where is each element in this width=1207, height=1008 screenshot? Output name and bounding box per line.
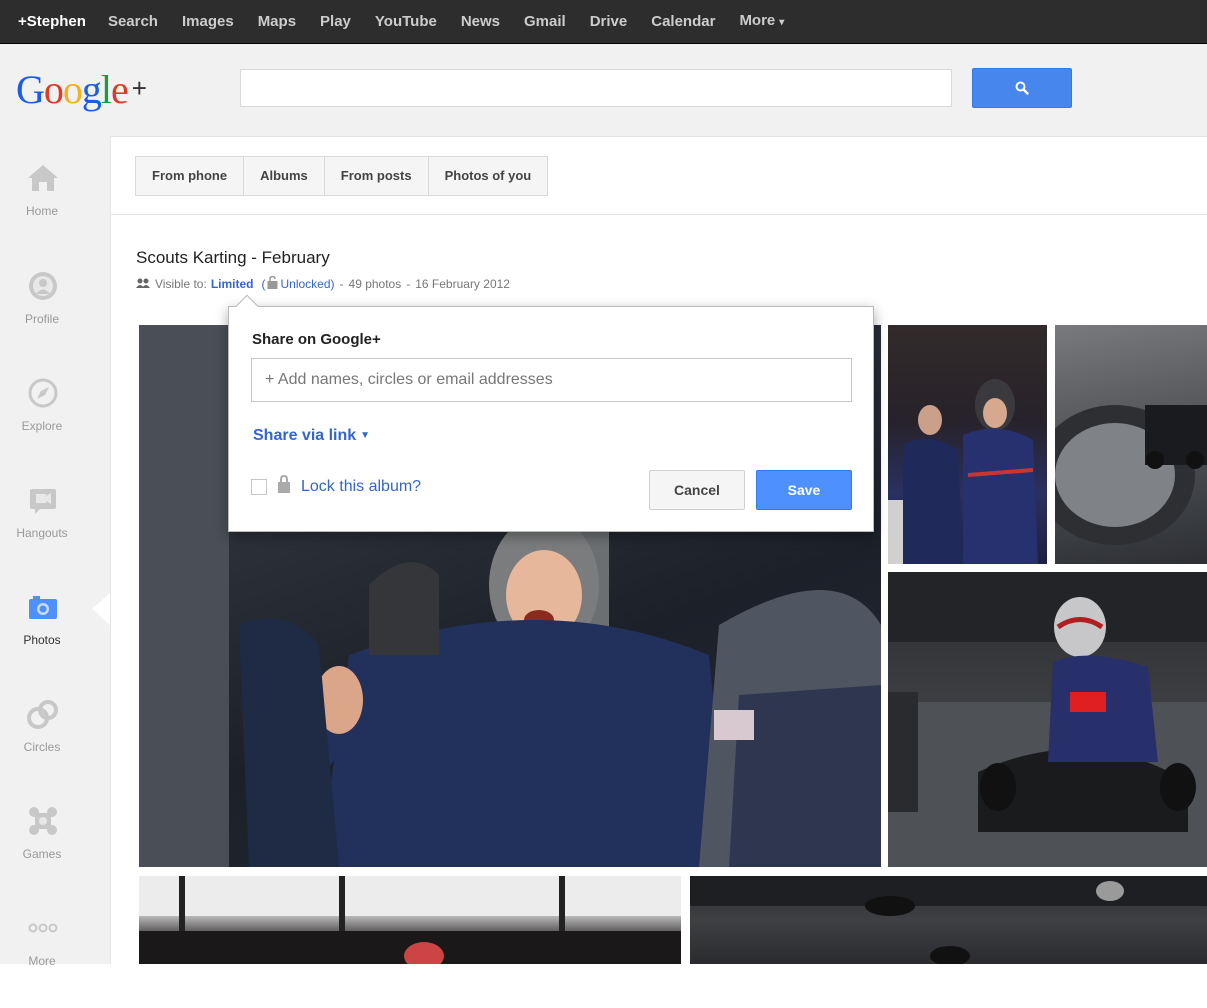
meta-separator: - xyxy=(339,277,344,291)
lock-album-row: Lock this album? xyxy=(251,474,421,498)
top-nav-play-link[interactable]: Play xyxy=(308,0,363,44)
profile-icon xyxy=(23,266,63,306)
photo-thumb-image xyxy=(888,572,1207,867)
tab-albums[interactable]: Albums xyxy=(244,157,325,195)
share-via-link-menu[interactable]: Share via link ▼ xyxy=(253,427,370,445)
top-nav-calendar-link[interactable]: Calendar xyxy=(639,0,727,44)
header: Google + xyxy=(0,44,1207,136)
photo-count: 49 photos xyxy=(348,277,402,291)
nav-item-circles[interactable]: Circles xyxy=(0,694,110,794)
meta-separator: - xyxy=(406,277,411,291)
logo-letter: o xyxy=(62,67,83,112)
logo-letter: G xyxy=(16,67,45,112)
top-nav-maps-link[interactable]: Maps xyxy=(246,0,308,44)
google-plus-logo[interactable]: Google + xyxy=(16,66,147,113)
top-nav-search-link[interactable]: Search xyxy=(96,0,170,44)
album-title: Scouts Karting - February xyxy=(136,248,330,267)
home-icon xyxy=(23,158,63,198)
album-date: 16 February 2012 xyxy=(415,277,510,291)
cancel-button[interactable]: Cancel xyxy=(649,470,745,510)
top-nav-profile-link[interactable]: +Stephen xyxy=(10,0,96,44)
people-icon xyxy=(136,277,150,291)
lock-album-checkbox[interactable] xyxy=(251,478,267,495)
share-dialog: Share on Google+ + Add names, circles or… xyxy=(228,294,874,532)
share-recipients-input[interactable]: + Add names, circles or email addresses xyxy=(251,358,852,402)
search-icon xyxy=(1015,81,1029,95)
nav-item-label: Explore xyxy=(21,419,63,433)
left-nav: Home Profile Explore Hangouts Photos Cir… xyxy=(0,136,110,968)
top-nav-more-label: More xyxy=(739,12,776,29)
more-icon xyxy=(23,908,63,948)
top-nav: +Stephen Search Images Maps Play YouTube… xyxy=(10,0,796,44)
nav-item-label: Hangouts xyxy=(16,526,68,540)
nav-item-explore[interactable]: Explore xyxy=(0,373,110,473)
content-divider xyxy=(110,214,1207,215)
logo-letter: l xyxy=(100,67,112,112)
top-nav-news-link[interactable]: News xyxy=(449,0,512,44)
logo-letter: e xyxy=(111,67,129,112)
photo-thumb[interactable] xyxy=(888,572,1207,867)
nav-item-profile[interactable]: Profile xyxy=(0,266,110,366)
photo-thumb-image xyxy=(888,379,1038,564)
nav-item-hangouts[interactable]: Hangouts xyxy=(0,480,110,580)
nav-item-label: Profile xyxy=(24,312,59,326)
photo-thumb-image xyxy=(1055,405,1207,545)
lock-state-open-paren: ( xyxy=(261,277,266,291)
nav-item-home[interactable]: Home xyxy=(0,158,110,258)
unlock-icon xyxy=(267,275,278,292)
circles-icon xyxy=(23,694,63,734)
search-button[interactable] xyxy=(972,68,1072,108)
photos-icon xyxy=(23,587,63,627)
active-nav-pointer xyxy=(92,593,110,625)
lock-state-link[interactable]: Unlocked) xyxy=(280,277,334,291)
logo-plus: + xyxy=(131,73,147,103)
logo-letter: o xyxy=(43,67,64,112)
logo-letter: g xyxy=(81,67,102,112)
save-button[interactable]: Save xyxy=(756,470,852,510)
chevron-down-icon: ▼ xyxy=(360,430,371,441)
album-meta: Visible to: Limited ( Unlocked) - 49 pho… xyxy=(136,275,510,292)
hangouts-icon xyxy=(23,480,63,520)
top-nav-youtube-link[interactable]: YouTube xyxy=(363,0,449,44)
tab-from-posts[interactable]: From posts xyxy=(325,157,429,195)
photo-tabs: From phone Albums From posts Photos of y… xyxy=(135,156,549,196)
explore-icon xyxy=(23,373,63,413)
lock-icon xyxy=(277,474,291,498)
top-nav-more-menu[interactable]: More ▾ xyxy=(727,0,796,45)
games-icon xyxy=(23,801,63,841)
top-nav-images-link[interactable]: Images xyxy=(170,0,246,44)
photo-thumb[interactable] xyxy=(1055,325,1207,564)
share-dialog-title: Share on Google+ xyxy=(252,331,381,348)
visibility-link[interactable]: Limited xyxy=(211,277,254,291)
photo-thumb-image xyxy=(690,876,1207,964)
tab-from-phone[interactable]: From phone xyxy=(136,157,245,195)
nav-item-label: Games xyxy=(22,847,62,861)
search-input[interactable] xyxy=(240,69,952,107)
nav-item-label: More xyxy=(28,954,56,968)
nav-item-games[interactable]: Games xyxy=(0,801,110,901)
photo-thumb[interactable] xyxy=(888,325,1047,564)
nav-item-label: Home xyxy=(25,204,58,218)
top-bar: +Stephen Search Images Maps Play YouTube… xyxy=(0,0,1207,44)
chevron-down-icon: ▾ xyxy=(779,17,785,28)
photo-thumb[interactable] xyxy=(139,876,681,964)
nav-item-label: Circles xyxy=(23,740,61,754)
lock-album-label[interactable]: Lock this album? xyxy=(301,478,421,496)
nav-item-more[interactable]: More xyxy=(0,908,110,1008)
tab-photos-of-you[interactable]: Photos of you xyxy=(429,157,548,195)
nav-item-label: Photos xyxy=(23,633,61,647)
top-nav-drive-link[interactable]: Drive xyxy=(578,0,640,44)
top-nav-gmail-link[interactable]: Gmail xyxy=(512,0,578,44)
visible-to-label: Visible to: xyxy=(155,277,207,291)
share-via-link-label: Share via link xyxy=(253,427,357,444)
photo-thumb-image xyxy=(139,876,681,964)
photo-thumb[interactable] xyxy=(690,876,1207,964)
